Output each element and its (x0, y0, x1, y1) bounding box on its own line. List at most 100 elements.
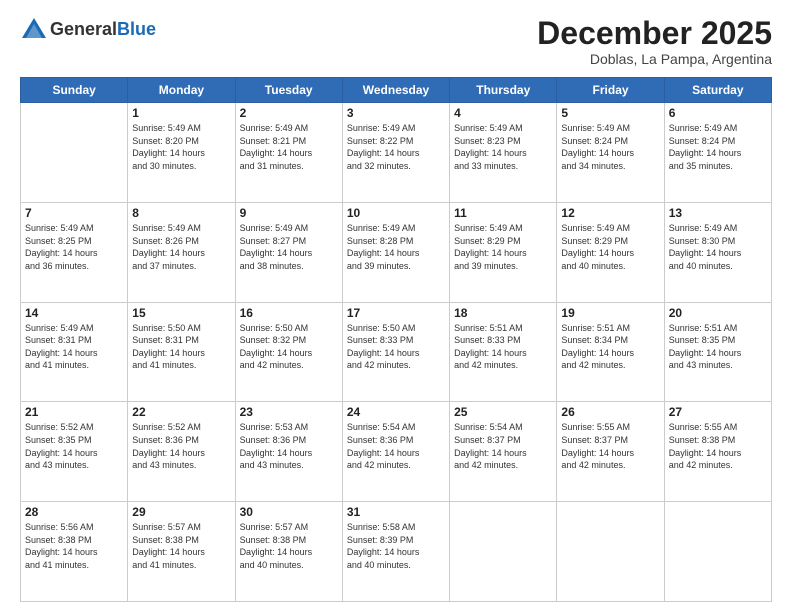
day-cell: 3 Sunrise: 5:49 AM Sunset: 8:22 PM Daylig… (342, 103, 449, 203)
day-info: Sunrise: 5:51 AM Sunset: 8:35 PM Dayligh… (669, 322, 767, 372)
logo-icon (20, 16, 48, 44)
day-header-monday: Monday (128, 78, 235, 103)
day-number: 7 (25, 206, 123, 220)
day-cell: 24Sunrise: 5:54 AM Sunset: 8:36 PM Dayli… (342, 402, 449, 502)
day-info: Sunrise: 5:49 AM Sunset: 8:27 PM Dayligh… (240, 222, 338, 272)
day-info: Sunrise: 5:49 AM Sunset: 8:29 PM Dayligh… (561, 222, 659, 272)
day-header-wednesday: Wednesday (342, 78, 449, 103)
calendar-table: SundayMondayTuesdayWednesdayThursdayFrid… (20, 77, 772, 602)
header: GeneralBlue December 2025 Doblas, La Pam… (20, 16, 772, 67)
day-info: Sunrise: 5:50 AM Sunset: 8:33 PM Dayligh… (347, 322, 445, 372)
day-number: 29 (132, 505, 230, 519)
calendar-header-row: SundayMondayTuesdayWednesdayThursdayFrid… (21, 78, 772, 103)
day-number: 26 (561, 405, 659, 419)
day-number: 5 (561, 106, 659, 120)
day-info: Sunrise: 5:52 AM Sunset: 8:36 PM Dayligh… (132, 421, 230, 471)
day-info: Sunrise: 5:54 AM Sunset: 8:37 PM Dayligh… (454, 421, 552, 471)
day-info: Sunrise: 5:57 AM Sunset: 8:38 PM Dayligh… (132, 521, 230, 571)
day-number: 28 (25, 505, 123, 519)
page: GeneralBlue December 2025 Doblas, La Pam… (0, 0, 792, 612)
day-header-sunday: Sunday (21, 78, 128, 103)
day-number: 12 (561, 206, 659, 220)
day-number: 25 (454, 405, 552, 419)
day-info: Sunrise: 5:49 AM Sunset: 8:29 PM Dayligh… (454, 222, 552, 272)
day-number: 27 (669, 405, 767, 419)
day-cell: 7 Sunrise: 5:49 AM Sunset: 8:25 PM Daylig… (21, 202, 128, 302)
week-row-1: 1 Sunrise: 5:49 AM Sunset: 8:20 PM Daylig… (21, 103, 772, 203)
day-number: 4 (454, 106, 552, 120)
day-cell: 19Sunrise: 5:51 AM Sunset: 8:34 PM Dayli… (557, 302, 664, 402)
day-cell: 30 Sunrise: 5:57 AM Sunset: 8:38 PM Dayli… (235, 502, 342, 602)
day-info: Sunrise: 5:57 AM Sunset: 8:38 PM Dayligh… (240, 521, 338, 571)
day-info: Sunrise: 5:53 AM Sunset: 8:36 PM Dayligh… (240, 421, 338, 471)
day-header-friday: Friday (557, 78, 664, 103)
day-info: Sunrise: 5:56 AM Sunset: 8:38 PM Dayligh… (25, 521, 123, 571)
day-info: Sunrise: 5:49 AM Sunset: 8:24 PM Dayligh… (669, 122, 767, 172)
day-info: Sunrise: 5:52 AM Sunset: 8:35 PM Dayligh… (25, 421, 123, 471)
day-number: 21 (25, 405, 123, 419)
day-number: 14 (25, 306, 123, 320)
day-number: 13 (669, 206, 767, 220)
day-cell: 23 Sunrise: 5:53 AM Sunset: 8:36 PM Dayli… (235, 402, 342, 502)
day-info: Sunrise: 5:50 AM Sunset: 8:32 PM Dayligh… (240, 322, 338, 372)
day-info: Sunrise: 5:49 AM Sunset: 8:21 PM Dayligh… (240, 122, 338, 172)
day-number: 1 (132, 106, 230, 120)
day-cell (21, 103, 128, 203)
day-cell: 21 Sunrise: 5:52 AM Sunset: 8:35 PM Dayli… (21, 402, 128, 502)
day-info: Sunrise: 5:49 AM Sunset: 8:31 PM Dayligh… (25, 322, 123, 372)
week-row-5: 28 Sunrise: 5:56 AM Sunset: 8:38 PM Dayli… (21, 502, 772, 602)
day-cell (557, 502, 664, 602)
day-info: Sunrise: 5:55 AM Sunset: 8:37 PM Dayligh… (561, 421, 659, 471)
week-row-2: 7 Sunrise: 5:49 AM Sunset: 8:25 PM Daylig… (21, 202, 772, 302)
day-cell: 20Sunrise: 5:51 AM Sunset: 8:35 PM Dayli… (664, 302, 771, 402)
day-number: 3 (347, 106, 445, 120)
day-cell: 1 Sunrise: 5:49 AM Sunset: 8:20 PM Daylig… (128, 103, 235, 203)
logo-text: GeneralBlue (50, 20, 156, 40)
logo: GeneralBlue (20, 16, 156, 44)
day-number: 30 (240, 505, 338, 519)
day-cell: 18 Sunrise: 5:51 AM Sunset: 8:33 PM Dayli… (450, 302, 557, 402)
day-info: Sunrise: 5:49 AM Sunset: 8:24 PM Dayligh… (561, 122, 659, 172)
day-cell: 22 Sunrise: 5:52 AM Sunset: 8:36 PM Dayli… (128, 402, 235, 502)
day-number: 18 (454, 306, 552, 320)
day-number: 11 (454, 206, 552, 220)
day-cell: 31Sunrise: 5:58 AM Sunset: 8:39 PM Dayli… (342, 502, 449, 602)
day-cell: 29 Sunrise: 5:57 AM Sunset: 8:38 PM Dayli… (128, 502, 235, 602)
day-cell: 9Sunrise: 5:49 AM Sunset: 8:27 PM Daylig… (235, 202, 342, 302)
day-number: 2 (240, 106, 338, 120)
day-cell: 15 Sunrise: 5:50 AM Sunset: 8:31 PM Dayli… (128, 302, 235, 402)
day-cell: 2 Sunrise: 5:49 AM Sunset: 8:21 PM Daylig… (235, 103, 342, 203)
day-info: Sunrise: 5:49 AM Sunset: 8:22 PM Dayligh… (347, 122, 445, 172)
day-info: Sunrise: 5:49 AM Sunset: 8:26 PM Dayligh… (132, 222, 230, 272)
title-block: December 2025 Doblas, La Pampa, Argentin… (537, 16, 772, 67)
day-cell: 5 Sunrise: 5:49 AM Sunset: 8:24 PM Daylig… (557, 103, 664, 203)
day-cell: 26 Sunrise: 5:55 AM Sunset: 8:37 PM Dayli… (557, 402, 664, 502)
day-info: Sunrise: 5:51 AM Sunset: 8:34 PM Dayligh… (561, 322, 659, 372)
day-info: Sunrise: 5:50 AM Sunset: 8:31 PM Dayligh… (132, 322, 230, 372)
day-number: 22 (132, 405, 230, 419)
day-info: Sunrise: 5:51 AM Sunset: 8:33 PM Dayligh… (454, 322, 552, 372)
day-cell: 25 Sunrise: 5:54 AM Sunset: 8:37 PM Dayli… (450, 402, 557, 502)
day-cell: 14 Sunrise: 5:49 AM Sunset: 8:31 PM Dayli… (21, 302, 128, 402)
day-info: Sunrise: 5:49 AM Sunset: 8:23 PM Dayligh… (454, 122, 552, 172)
day-cell: 12 Sunrise: 5:49 AM Sunset: 8:29 PM Dayli… (557, 202, 664, 302)
day-info: Sunrise: 5:49 AM Sunset: 8:25 PM Dayligh… (25, 222, 123, 272)
day-number: 15 (132, 306, 230, 320)
day-info: Sunrise: 5:49 AM Sunset: 8:28 PM Dayligh… (347, 222, 445, 272)
day-cell (664, 502, 771, 602)
day-cell: 28 Sunrise: 5:56 AM Sunset: 8:38 PM Dayli… (21, 502, 128, 602)
day-number: 6 (669, 106, 767, 120)
day-info: Sunrise: 5:58 AM Sunset: 8:39 PM Dayligh… (347, 521, 445, 571)
day-number: 17 (347, 306, 445, 320)
day-info: Sunrise: 5:49 AM Sunset: 8:20 PM Dayligh… (132, 122, 230, 172)
day-cell: 13Sunrise: 5:49 AM Sunset: 8:30 PM Dayli… (664, 202, 771, 302)
day-number: 23 (240, 405, 338, 419)
day-header-thursday: Thursday (450, 78, 557, 103)
calendar-body: 1 Sunrise: 5:49 AM Sunset: 8:20 PM Daylig… (21, 103, 772, 602)
day-cell: 11 Sunrise: 5:49 AM Sunset: 8:29 PM Dayli… (450, 202, 557, 302)
location: Doblas, La Pampa, Argentina (537, 51, 772, 67)
day-number: 24 (347, 405, 445, 419)
day-number: 16 (240, 306, 338, 320)
day-cell: 16 Sunrise: 5:50 AM Sunset: 8:32 PM Dayli… (235, 302, 342, 402)
week-row-4: 21 Sunrise: 5:52 AM Sunset: 8:35 PM Dayli… (21, 402, 772, 502)
